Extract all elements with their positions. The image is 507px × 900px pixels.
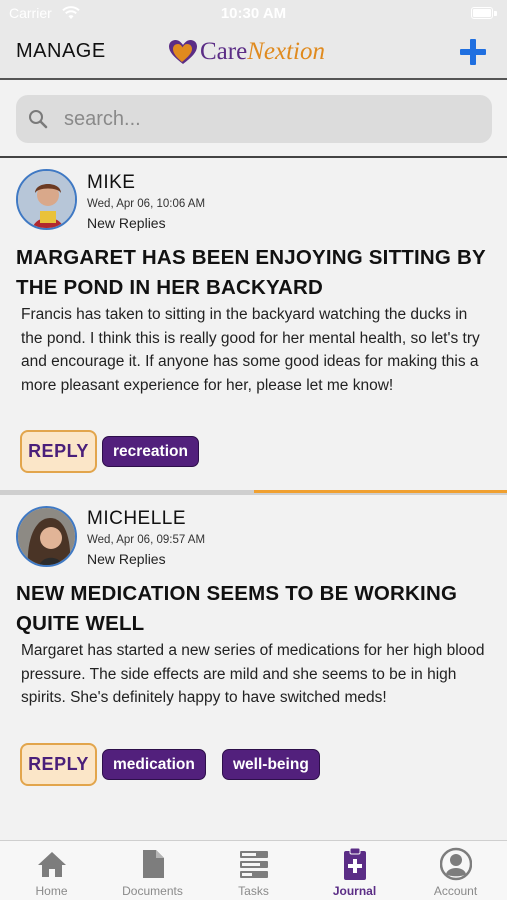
avatar [16, 169, 77, 230]
nav-bar: MANAGE Care Nextion [0, 28, 507, 80]
journal-post: MICHELLE Wed, Apr 06, 09:57 AM New Repli… [0, 496, 507, 840]
search-icon [29, 110, 48, 129]
tab-tasks[interactable]: Tasks [203, 845, 304, 900]
battery-icon [471, 7, 493, 19]
scroll-progress-indicator [254, 490, 507, 493]
search-input[interactable] [64, 95, 474, 143]
post-date: Wed, Apr 06, 10:06 AM [87, 198, 206, 210]
tag-well-being[interactable]: well-being [222, 749, 320, 780]
battery-nub [494, 11, 497, 16]
tab-account[interactable]: Account [405, 845, 506, 900]
tab-documents[interactable]: Documents [102, 845, 203, 900]
carenextion-logo: Care Nextion [168, 36, 325, 68]
tab-label: Journal [332, 884, 377, 898]
logo-text-care: Care [200, 38, 248, 65]
post-body: Francis has taken to sitting in the back… [21, 306, 480, 394]
status-time: 10:30 AM [220, 5, 287, 22]
search-box[interactable] [16, 95, 492, 143]
tab-bar: Home Documents Tasks Journal Account [0, 840, 507, 900]
post-author: MICHELLE [87, 508, 187, 529]
tasks-icon [239, 851, 268, 878]
tab-label: Account [433, 884, 478, 898]
search-bar-container [0, 80, 507, 158]
tag-recreation[interactable]: recreation [102, 436, 199, 467]
document-icon [142, 850, 164, 878]
reply-button[interactable]: REPLY [20, 743, 97, 786]
reply-button[interactable]: REPLY [20, 430, 97, 473]
account-icon [439, 847, 472, 881]
post-status: New Replies [87, 215, 166, 231]
tab-home[interactable]: Home [1, 845, 102, 900]
avatar [16, 506, 77, 567]
manage-button[interactable]: MANAGE [16, 40, 106, 63]
heart-logo-icon [169, 40, 197, 64]
tab-label: Documents [122, 884, 183, 898]
post-status: New Replies [87, 551, 166, 567]
tab-label: Home [35, 884, 68, 898]
tab-journal[interactable]: Journal [304, 845, 405, 900]
add-entry-button[interactable] [459, 38, 487, 66]
home-icon [37, 852, 66, 877]
journal-icon [343, 847, 366, 880]
tag-medication[interactable]: medication [102, 749, 206, 780]
post-date: Wed, Apr 06, 09:57 AM [87, 534, 206, 546]
post-author: MIKE [87, 172, 136, 193]
post-body: Margaret has started a new series of med… [21, 642, 485, 706]
tab-label: Tasks [238, 884, 269, 898]
avatar-photo-michelle [18, 508, 75, 565]
avatar-photo-mike [18, 171, 75, 228]
logo-text-nextion: Nextion [247, 38, 325, 65]
journal-post: MIKE Wed, Apr 06, 10:06 AM New Replies M… [0, 160, 507, 490]
status-bar: Carrier 10:30 AM [0, 0, 507, 28]
post-title[interactable]: NEW MEDICATION SEEMS TO BE WORKING QUITE… [16, 579, 493, 639]
post-title[interactable]: MARGARET HAS BEEN ENJOYING SITTING BY TH… [16, 243, 493, 303]
